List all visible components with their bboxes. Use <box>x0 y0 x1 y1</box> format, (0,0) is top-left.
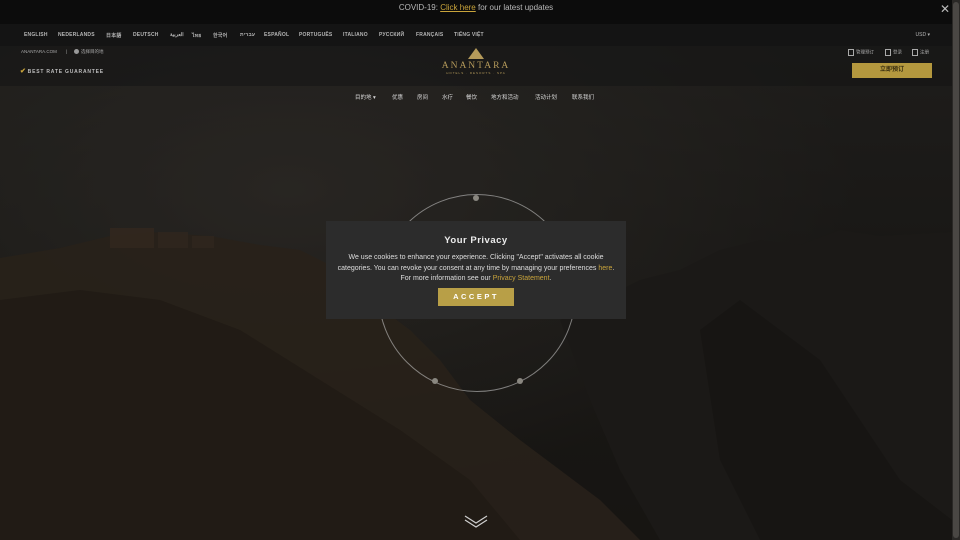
lang-italiano[interactable]: ITALIANO <box>343 32 368 38</box>
privacy-body-3: . <box>549 275 552 282</box>
lang-espanol[interactable]: ESPAÑOL <box>264 32 289 38</box>
manage-booking-label: 管理预订 <box>856 49 874 55</box>
nav-destinations[interactable]: 目的地 ▾ <box>355 93 376 101</box>
register-link[interactable]: 注册 <box>912 49 929 56</box>
chevron-down-icon: ▾ <box>373 95 376 101</box>
globe-icon <box>74 49 79 55</box>
utility-bar: ANANTARA.COM | 选择目的地 ✔BEST RATE GUARANTE… <box>0 46 952 86</box>
nav-dining[interactable]: 餐饮 <box>466 93 477 101</box>
nav-destinations-label: 目的地 <box>355 95 372 101</box>
language-bar: ENGLISH NEDERLANDS 日本語 DEUTSCH العربية ไ… <box>0 24 952 46</box>
lang-arabic[interactable]: العربية <box>170 32 184 38</box>
lang-korean[interactable]: 한국어 <box>213 32 227 39</box>
privacy-text: We use cookies to enhance your experienc… <box>334 253 618 285</box>
privacy-body: We use cookies to enhance your experienc… <box>337 254 604 272</box>
lang-portugues[interactable]: PORTUGUÊS <box>299 32 332 38</box>
user-icon <box>912 49 918 56</box>
login-link[interactable]: 登录 <box>885 49 902 56</box>
register-label: 注册 <box>920 49 929 55</box>
nav-events[interactable]: 活动计划 <box>535 93 557 101</box>
logo-mark-icon <box>468 48 484 59</box>
page-scrollbar[interactable] <box>952 0 960 540</box>
lang-english[interactable]: ENGLISH <box>24 32 48 38</box>
manage-booking-link[interactable]: 管理预订 <box>848 49 874 56</box>
scroll-down-chevron-icon[interactable] <box>464 514 488 528</box>
privacy-title: Your Privacy <box>444 235 508 246</box>
nav-rooms[interactable]: 房间 <box>417 93 428 101</box>
preferences-link[interactable]: here <box>598 265 612 272</box>
lang-francais[interactable]: FRANÇAIS <box>416 32 443 38</box>
carousel-dot[interactable] <box>517 378 523 384</box>
lang-hebrew[interactable]: עברית <box>240 32 255 38</box>
destination-selector[interactable]: 选择目的地 <box>74 49 104 55</box>
logo-subtitle: HOTELS · RESORTS · SPA <box>446 71 506 75</box>
separator: | <box>66 49 68 54</box>
check-icon: ✔ <box>20 68 27 75</box>
main-nav: 目的地 ▾ 优惠 房间 水疗 餐饮 地方和活动 活动计划 联系我们 <box>0 90 952 104</box>
nav-offers[interactable]: 优惠 <box>392 93 403 101</box>
privacy-statement-link[interactable]: Privacy Statement <box>493 275 550 282</box>
phone-icon <box>848 49 854 56</box>
covid-link[interactable]: Click here <box>440 3 476 12</box>
site-link[interactable]: ANANTARA.COM <box>21 49 57 54</box>
destination-label: 选择目的地 <box>81 49 104 54</box>
covid-suffix: for our latest updates <box>478 3 554 12</box>
carousel-dot[interactable] <box>432 378 438 384</box>
nav-spa[interactable]: 水疗 <box>442 93 453 101</box>
currency-select[interactable]: USD ▾ <box>916 32 930 38</box>
privacy-dialog: Your Privacy We use cookies to enhance y… <box>326 221 626 319</box>
lang-russian[interactable]: РУССКИЙ <box>379 32 404 38</box>
nav-contact[interactable]: 联系我们 <box>572 93 594 101</box>
logo-name: ANANTARA <box>441 61 511 71</box>
accept-button[interactable]: ACCEPT <box>438 288 514 306</box>
best-rate-label: BEST RATE GUARANTEE <box>27 69 104 75</box>
lang-nederlands[interactable]: NEDERLANDS <box>58 32 95 38</box>
covid-prefix: COVID-19: <box>398 3 438 12</box>
covid-banner: COVID-19: Click here for our latest upda… <box>0 0 952 24</box>
book-now-button[interactable]: 立即预订 <box>852 63 932 78</box>
nav-places[interactable]: 地方和活动 <box>491 93 519 101</box>
lang-japanese[interactable]: 日本語 <box>106 32 122 39</box>
lang-vietnamese[interactable]: TIẾNG VIỆT <box>454 32 484 38</box>
best-rate-guarantee[interactable]: ✔BEST RATE GUARANTEE <box>20 67 104 75</box>
lang-deutsch[interactable]: DEUTSCH <box>133 32 159 38</box>
brand-logo[interactable]: ANANTARA HOTELS · RESORTS · SPA <box>440 48 512 86</box>
close-icon[interactable]: ✕ <box>940 3 950 15</box>
login-icon <box>885 49 891 56</box>
lang-thai[interactable]: ไทย <box>192 32 201 40</box>
carousel-dot[interactable] <box>473 195 479 201</box>
login-label: 登录 <box>893 49 902 55</box>
scrollbar-thumb[interactable] <box>953 2 959 538</box>
